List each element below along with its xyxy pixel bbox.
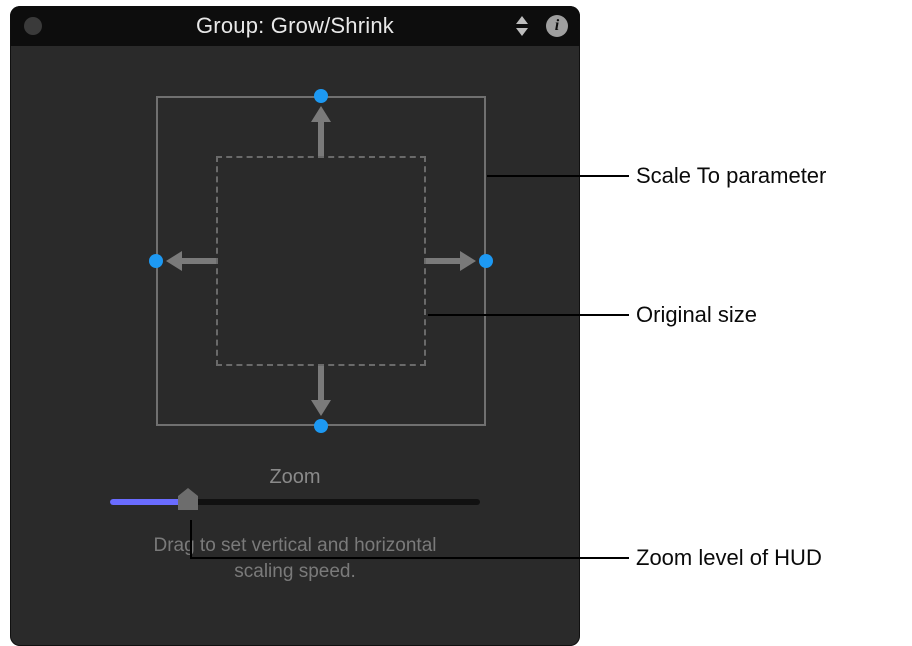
callout-line	[190, 557, 629, 559]
arrow-left-icon	[166, 249, 216, 273]
zoom-section: Zoom Drag to set vertical and horizontal…	[10, 466, 580, 584]
hud-title[interactable]: Group: Grow/Shrink	[10, 13, 580, 39]
handle-right[interactable]	[479, 254, 493, 268]
arrow-right-icon	[426, 249, 476, 273]
callout-scale-to: Scale To parameter	[636, 163, 826, 189]
zoom-label: Zoom	[10, 466, 580, 489]
handle-bottom[interactable]	[314, 419, 328, 433]
zoom-slider[interactable]	[110, 499, 480, 505]
arrow-down-icon	[309, 366, 333, 416]
close-dot[interactable]	[24, 17, 42, 35]
callout-line	[487, 175, 629, 177]
zoom-hint: Drag to set vertical and horizontal scal…	[10, 533, 580, 584]
callout-line	[428, 314, 629, 316]
hud-panel: Group: Grow/Shrink i	[10, 6, 580, 646]
stepper-icon[interactable]	[516, 16, 528, 36]
callout-zoom-level: Zoom level of HUD	[636, 545, 822, 571]
info-icon[interactable]: i	[546, 15, 568, 37]
handle-top[interactable]	[314, 89, 328, 103]
hint-line2: scaling speed.	[234, 561, 355, 582]
scale-canvas[interactable]	[10, 46, 580, 466]
hint-line1: Drag to set vertical and horizontal	[153, 535, 436, 556]
callout-original-size: Original size	[636, 302, 757, 328]
handle-left[interactable]	[149, 254, 163, 268]
zoom-slider-fill	[110, 499, 188, 505]
original-size-box	[216, 156, 426, 366]
hud-header: Group: Grow/Shrink i	[10, 6, 580, 46]
callout-line-v	[190, 520, 192, 557]
arrow-up-icon	[309, 106, 333, 156]
